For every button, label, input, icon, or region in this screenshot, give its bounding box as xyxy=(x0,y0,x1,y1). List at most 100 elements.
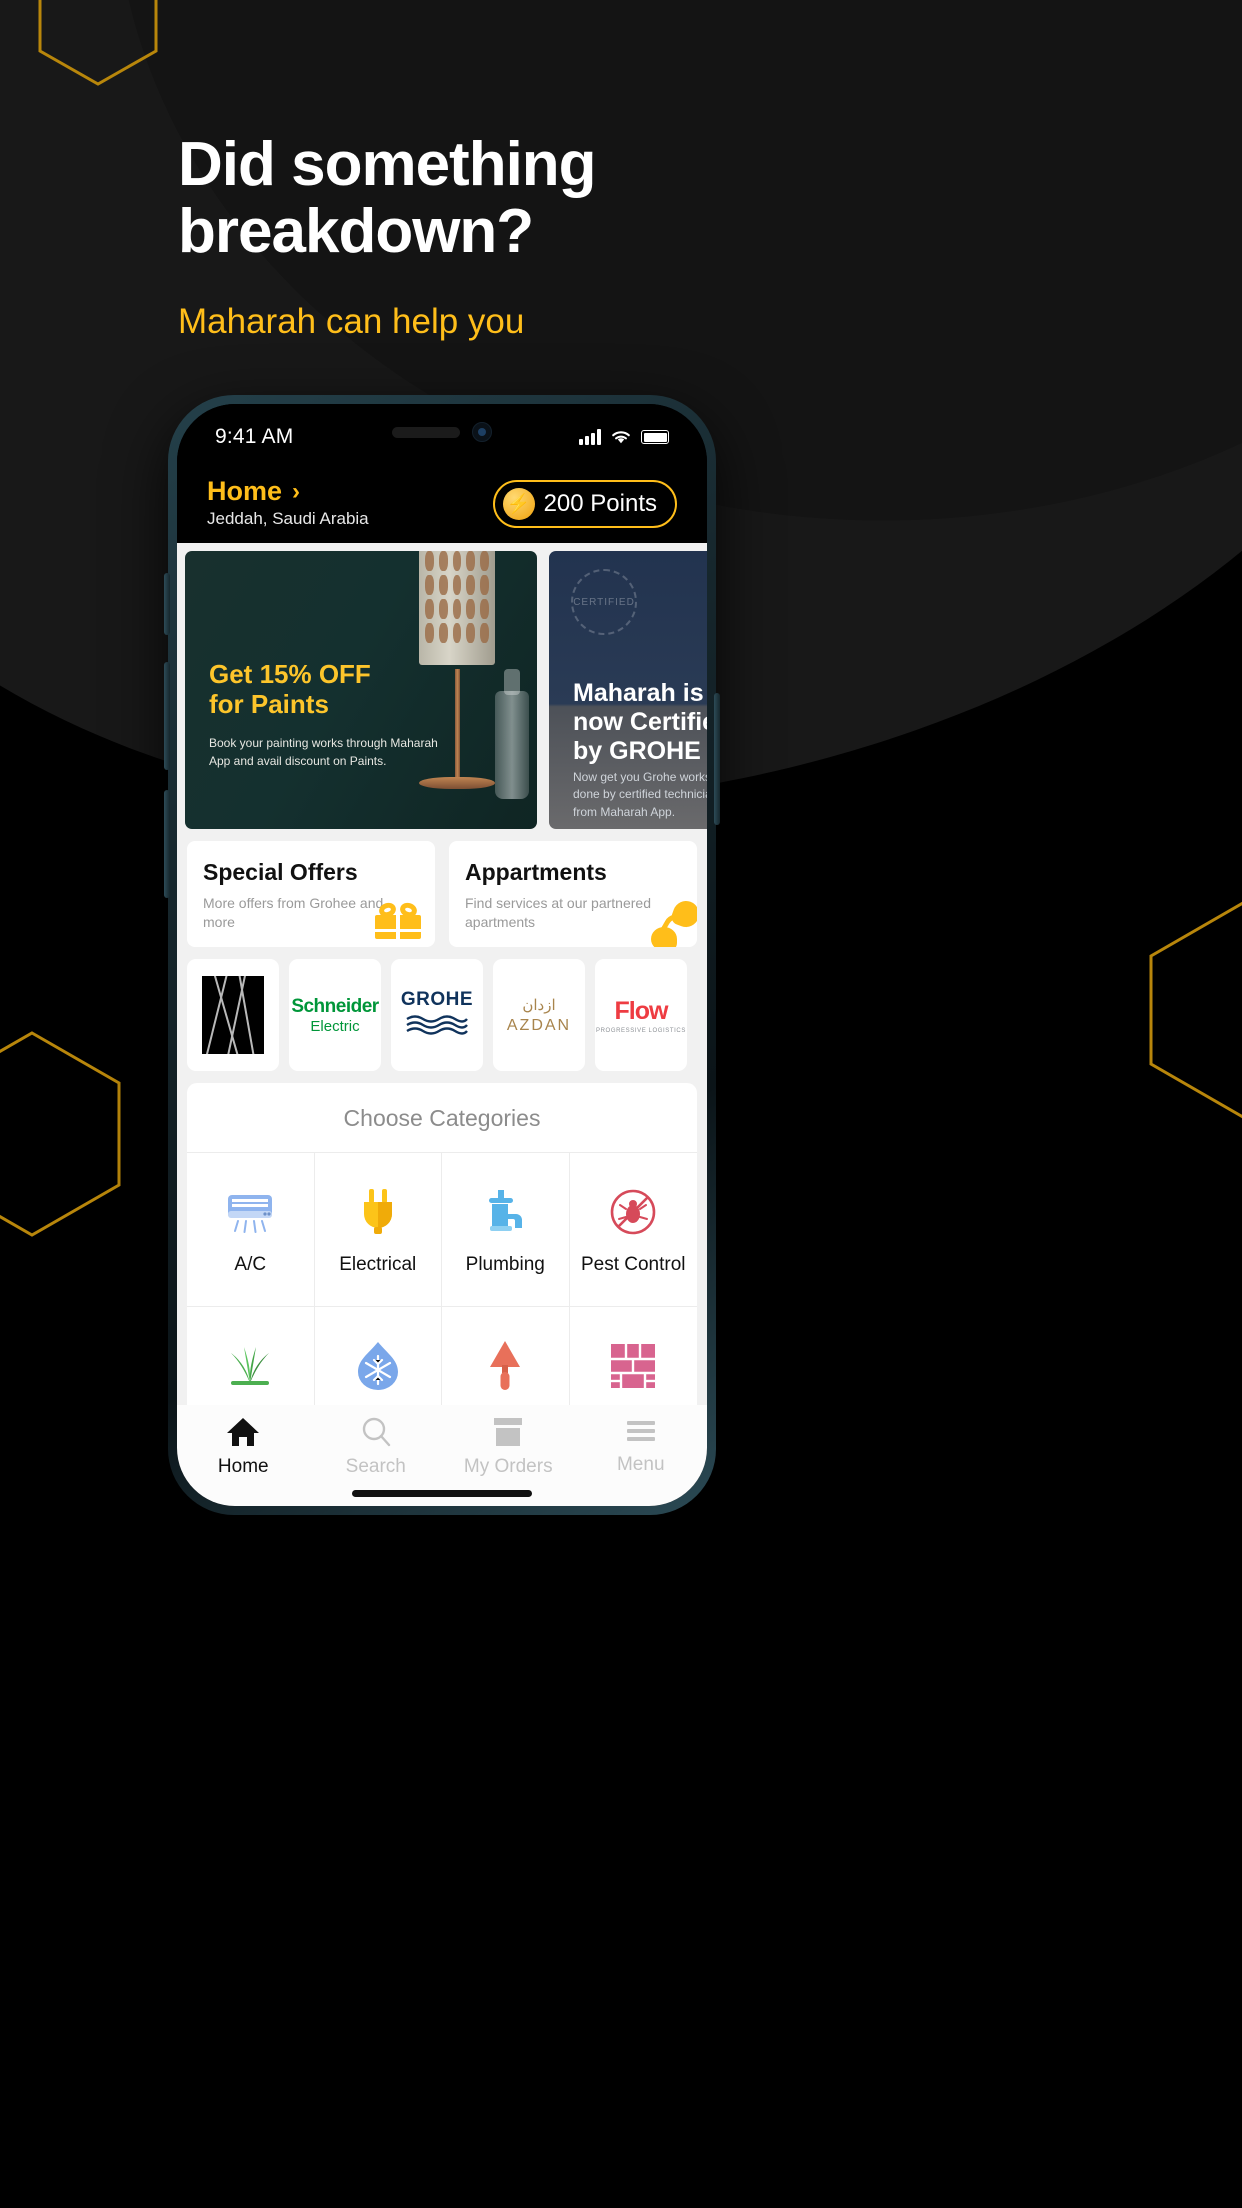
grohe-wordmark: GROHE xyxy=(400,989,474,1010)
categories-header: Choose Categories xyxy=(343,1105,541,1131)
phone-volume-down-button xyxy=(164,790,170,898)
offer-card-appartments[interactable]: Appartments Find services at our partner… xyxy=(449,841,697,947)
tab-search[interactable]: Search xyxy=(310,1417,443,1478)
category-plastering[interactable]: Plastering xyxy=(442,1306,570,1405)
bottom-tab-bar: Home Search My Orders Menu xyxy=(177,1405,707,1506)
lamp-shade-image xyxy=(419,551,495,665)
status-bar: 9:41 AM xyxy=(177,404,707,470)
glass-bottle-image xyxy=(495,669,529,799)
promo-banner-grohe-title: Maharah is now Certified by GROHE xyxy=(573,679,707,766)
categories-grid: A/C Electrical Plumbing Pest Control xyxy=(187,1152,697,1405)
category-label: Pest Control xyxy=(580,1253,686,1275)
no-bug-icon xyxy=(605,1184,661,1240)
promo-banner-grohe-body: Now get you Grohe works done by certifie… xyxy=(573,769,707,821)
tiles-icon xyxy=(605,1338,661,1394)
hamburger-menu-icon xyxy=(626,1421,655,1441)
phone-volume-up-button xyxy=(164,662,170,770)
front-camera-icon xyxy=(472,422,492,442)
gift-icon xyxy=(375,900,421,939)
brand-logo-flow[interactable]: Flow PROGRESSIVE LOGISTICS xyxy=(595,959,687,1071)
promo-banner-grohe-body-2: done by certified technicians xyxy=(573,787,707,802)
azdan-logo-icon: ازدان AZDAN xyxy=(507,996,571,1035)
status-bar-time: 9:41 AM xyxy=(215,425,294,448)
promo-banner-grohe-body-3: from Maharah App. xyxy=(573,804,676,819)
promo-banner-paints[interactable]: Get 15% OFF for Paints Book your paintin… xyxy=(185,551,537,829)
grass-icon xyxy=(222,1338,278,1394)
promo-banner-paints-body: Book your painting works through Maharah… xyxy=(209,736,438,768)
hexagon-decoration-right xyxy=(1148,900,1242,1120)
lamp-base-image xyxy=(419,777,495,789)
schneider-line-1: Schneider xyxy=(291,995,379,1017)
tab-label: Menu xyxy=(616,1454,665,1475)
home-icon xyxy=(227,1418,260,1446)
location-subtitle: Jeddah, Saudi Arabia xyxy=(207,509,369,528)
brand-logo-schneider[interactable]: Schneider Electric xyxy=(289,959,381,1071)
offer-card-special-offers[interactable]: Special Offers More offers from Grohee a… xyxy=(187,841,435,947)
hero-title-line-1: Did something xyxy=(178,130,597,199)
flow-wordmark: Flow xyxy=(614,996,669,1025)
phone-mockup: 9:41 AM Home › Jeddah, Saudi Arabia ⚡ 20… xyxy=(168,395,716,1515)
promo-banner-paints-title-1: Get 15% OFF xyxy=(209,659,371,689)
location-title: Home xyxy=(207,476,283,506)
brand-logo-grohe[interactable]: GROHE xyxy=(391,959,483,1071)
promo-banner-grohe[interactable]: CERTIFIED Maharah is now Certified by GR… xyxy=(549,551,707,829)
category-label: A/C xyxy=(234,1253,267,1275)
snowflake-icon xyxy=(350,1338,406,1394)
wifi-icon xyxy=(612,431,630,444)
points-badge[interactable]: ⚡ 200 Points xyxy=(492,480,677,528)
category-label: Plumbing xyxy=(465,1253,545,1275)
location-title-row[interactable]: Home › xyxy=(207,476,369,507)
tab-menu[interactable]: Menu xyxy=(575,1417,708,1476)
hero-subtitle: Maharah can help you xyxy=(178,301,525,341)
azdan-latin: AZDAN xyxy=(506,1016,572,1034)
plug-icon xyxy=(350,1184,406,1240)
category-label: Electrical xyxy=(339,1253,417,1275)
flow-tagline: PROGRESSIVE LOGISTICS xyxy=(596,1027,686,1034)
lightning-coin-icon: ⚡ xyxy=(502,488,535,520)
schneider-line-2: Electric xyxy=(310,1017,360,1035)
tab-label: Home xyxy=(217,1456,269,1477)
azdan-arabic: ازدان xyxy=(522,996,556,1014)
status-bar-icons xyxy=(579,429,669,445)
phone-mute-switch xyxy=(164,573,170,635)
earpiece-speaker-icon xyxy=(392,426,460,438)
brand-logo-row[interactable]: Schneider Electric GROHE ازدان AZDAN Flo… xyxy=(177,947,707,1071)
category-grass[interactable]: Grass xyxy=(187,1306,315,1405)
offer-card-title: Appartments xyxy=(465,859,607,885)
category-electrical[interactable]: Electrical xyxy=(314,1152,442,1306)
hero-title-line-2: breakdown? xyxy=(178,196,534,266)
grohe-logo-icon: GROHE xyxy=(401,989,473,1041)
categories-section: Choose Categories A/C Electrical Plumbin… xyxy=(187,1083,697,1405)
desk-lamp-icon xyxy=(649,897,697,947)
promo-banner-carousel[interactable]: Get 15% OFF for Paints Book your paintin… xyxy=(177,543,707,829)
category-ac[interactable]: A/C xyxy=(187,1152,315,1306)
category-pest-control[interactable]: Pest Control xyxy=(569,1152,697,1306)
promo-banner-grohe-title-3: by GROHE xyxy=(573,737,701,765)
search-icon xyxy=(362,1417,390,1447)
location-block[interactable]: Home › Jeddah, Saudi Arabia xyxy=(207,476,369,529)
promo-banner-grohe-title-2: now Certified xyxy=(573,708,707,736)
promo-banner-grohe-title-1: Maharah is xyxy=(573,679,704,707)
promo-banner-paints-text: Get 15% OFF for Paints Book your paintin… xyxy=(209,659,439,770)
brand-logo-abstract[interactable] xyxy=(187,959,279,1071)
offer-card-row: Special Offers More offers from Grohee a… xyxy=(177,829,707,947)
grohe-waves-icon xyxy=(406,1015,468,1035)
tab-home[interactable]: Home xyxy=(177,1417,310,1478)
tab-my-orders[interactable]: My Orders xyxy=(442,1417,575,1478)
app-header: Home › Jeddah, Saudi Arabia ⚡ 200 Points xyxy=(177,470,707,543)
offer-card-title: Special Offers xyxy=(203,859,358,885)
dynamic-island xyxy=(392,422,492,442)
chevron-right-icon: › xyxy=(292,477,301,505)
hero-section: Did something breakdown? Maharah can hel… xyxy=(178,130,978,342)
trowel-icon xyxy=(477,1338,533,1394)
category-flooring[interactable]: Flooring xyxy=(569,1306,697,1405)
offer-card-subtitle: Find services at our partnered apartment… xyxy=(465,895,651,930)
flow-logo-icon: Flow PROGRESSIVE LOGISTICS xyxy=(596,997,686,1034)
category-plumbing[interactable]: Plumbing xyxy=(442,1152,570,1306)
home-indicator xyxy=(352,1490,532,1497)
app-content: Get 15% OFF for Paints Book your paintin… xyxy=(177,543,707,1405)
phone-screen: 9:41 AM Home › Jeddah, Saudi Arabia ⚡ 20… xyxy=(177,404,707,1506)
brand-logo-azdan[interactable]: ازدان AZDAN xyxy=(493,959,585,1071)
air-conditioner-icon xyxy=(222,1184,278,1240)
category-cool-home[interactable]: Cool Home xyxy=(314,1306,442,1405)
